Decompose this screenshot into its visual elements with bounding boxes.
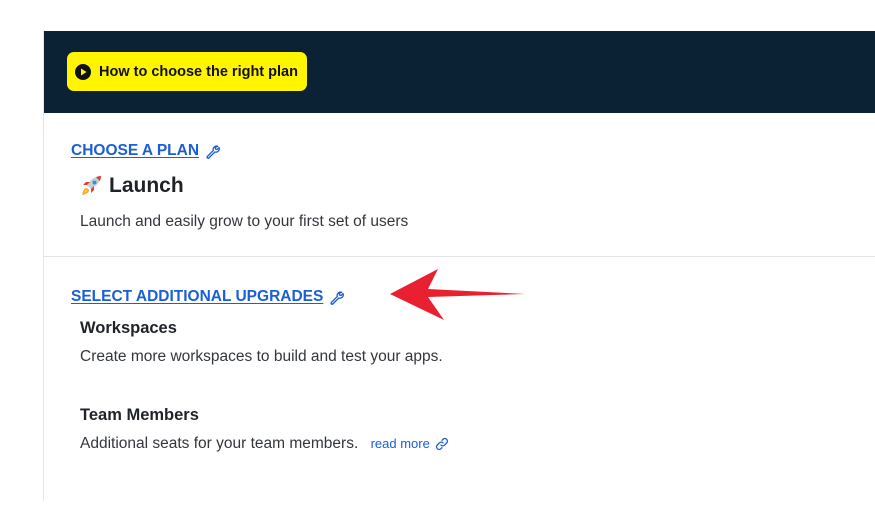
choose-plan-section: CHOOSE A PLAN Launch Launch and easily g…: [44, 113, 875, 257]
plan-name: Launch: [109, 174, 184, 197]
plan-banner: How to choose the right plan: [44, 31, 875, 113]
team-members-title: Team Members: [80, 406, 199, 424]
plan-description: Launch and easily grow to your first set…: [80, 213, 409, 230]
workspaces-title: Workspaces: [80, 319, 177, 337]
choose-plan-link[interactable]: CHOOSE A PLAN: [71, 142, 220, 160]
read-more-link[interactable]: read more: [371, 436, 449, 451]
plan-title: Launch: [80, 174, 184, 198]
choose-plan-link-label: CHOOSE A PLAN: [71, 142, 200, 159]
select-upgrades-link-label: SELECT ADDITIONAL UPGRADES: [71, 288, 324, 305]
workspaces-description: Create more workspaces to build and test…: [80, 348, 443, 365]
read-more-label: read more: [370, 436, 430, 451]
play-icon: [75, 63, 91, 80]
select-upgrades-link[interactable]: SELECT ADDITIONAL UPGRADES: [71, 288, 345, 306]
how-to-choose-plan-button[interactable]: How to choose the right plan: [67, 52, 307, 91]
wrench-icon: [330, 290, 345, 305]
team-members-description: Additional seats for your team members.: [80, 435, 359, 452]
link-icon: [435, 437, 448, 450]
wrench-icon: [206, 144, 220, 159]
rocket-icon: [82, 176, 101, 195]
team-members-row: Additional seats for your team members. …: [80, 435, 449, 453]
how-to-choose-plan-label: How to choose the right plan: [99, 63, 298, 80]
annotation-arrow: [390, 269, 525, 320]
